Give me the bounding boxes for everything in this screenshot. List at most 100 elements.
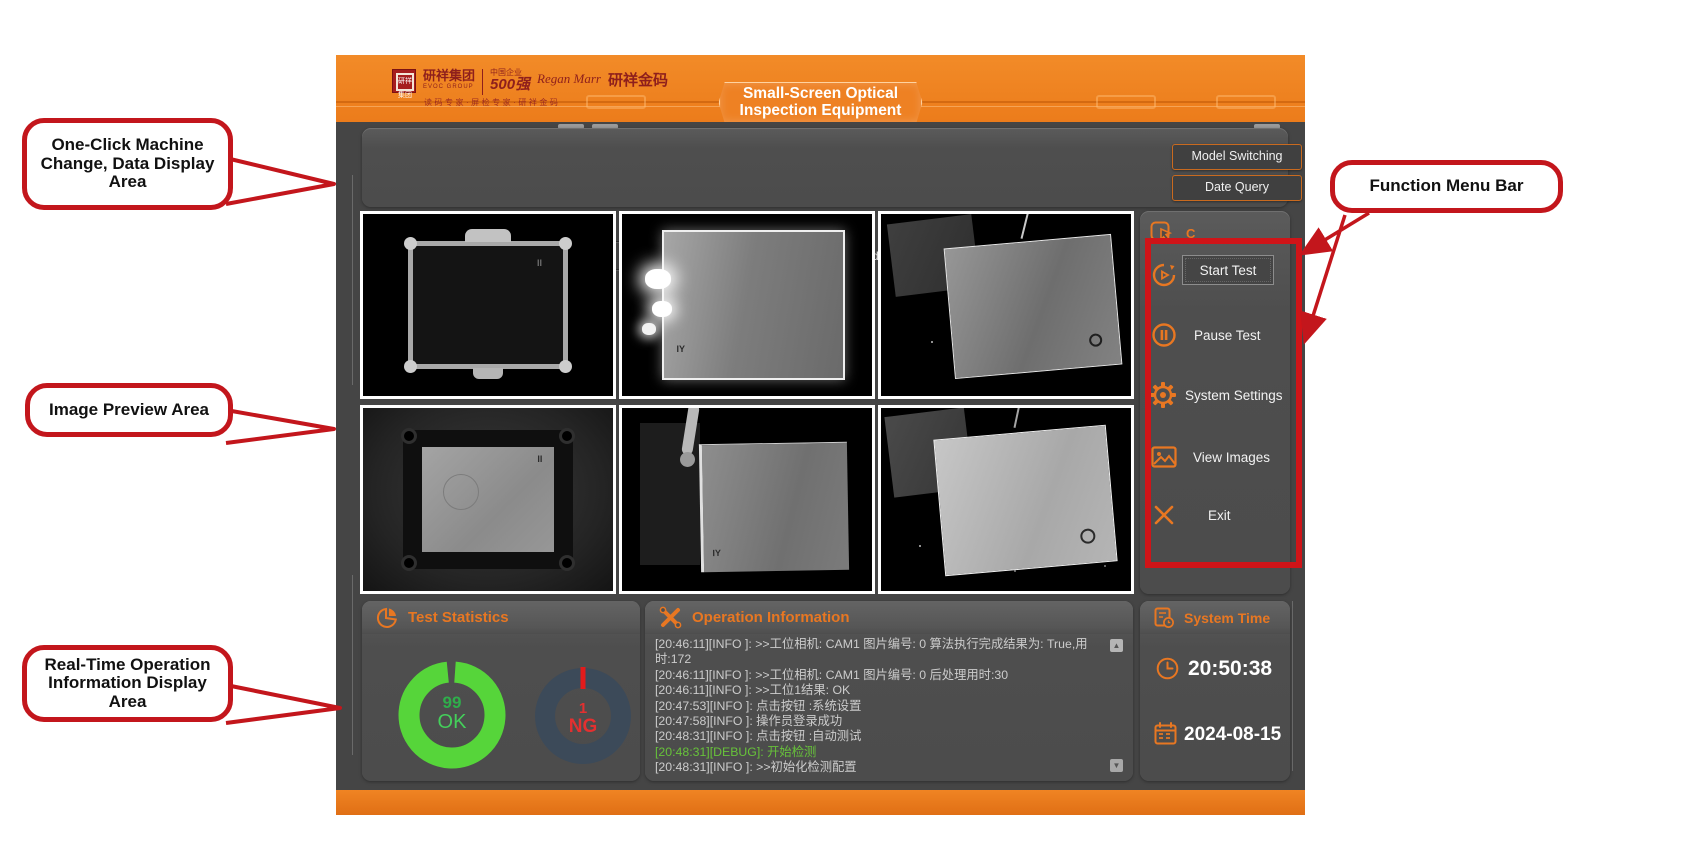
callout-realtime-info-line2: Information Display [48, 674, 207, 693]
fixture-frame: II [408, 241, 568, 368]
callout-image-preview: Image Preview Area [25, 383, 233, 437]
brand-logo: 研祥集团 研祥集团 EVOC GROUP 中国企业 500强 Regan Mar… [392, 69, 668, 95]
log-line: [20:46:11][INFO ]: >>工位相机: CAM1 图片编号: 0 … [655, 668, 1107, 683]
fixture-knob [401, 428, 417, 444]
doc-clock-icon [1154, 607, 1174, 629]
ok-count: 99 [398, 694, 506, 712]
ng-donut-center: 1 NG [534, 701, 632, 737]
tube-connector [680, 452, 695, 467]
callout-image-preview-label: Image Preview Area [49, 401, 209, 420]
ng-label: NG [534, 717, 632, 737]
logo-script: Regan Marr [537, 71, 601, 87]
header-decoration [1216, 95, 1276, 109]
menu-callout-arrow-1 [1305, 213, 1369, 252]
system-date-value: 2024-08-15 [1184, 724, 1281, 746]
system-time-value: 20:50:38 [1188, 657, 1272, 681]
scroll-up-button[interactable]: ▲ [1110, 639, 1123, 652]
part-marking: IY [676, 344, 685, 354]
scroll-down-button[interactable]: ▼ [1110, 759, 1123, 772]
body-edge-decoration [1292, 601, 1293, 771]
body-edge-decoration [352, 175, 353, 385]
log-line: [20:47:53][INFO ]: 点击按钮 :系统设置 [655, 699, 1107, 714]
fixture-knob [404, 237, 417, 250]
camera-image-3[interactable] [878, 211, 1134, 399]
logo-group-cn: 研祥集团 [423, 69, 475, 82]
dust-speckles [931, 341, 933, 343]
glass-panel: IY [662, 230, 845, 379]
app-title-line1: Small-Screen Optical [740, 86, 902, 103]
app-title-line2: Inspection Equipment [740, 103, 902, 120]
glass-panel [943, 234, 1121, 379]
callout-data-area-line2: Change, Data Display [41, 155, 215, 174]
evoc-logo-icon: 研祥集团 [392, 69, 416, 93]
glare-blob [645, 269, 671, 289]
callout-tail-info [226, 685, 340, 723]
callout-data-area: One-Click Machine Change, Data Display A… [22, 118, 233, 210]
logo-divider [482, 69, 483, 95]
log-line: [20:46:11][INFO ]: >>工位相机: CAM1 图片编号: 0 … [655, 637, 1107, 652]
callout-realtime-info-line3: Area [109, 693, 147, 712]
pie-chart-icon [376, 607, 398, 629]
test-statistics-header: Test Statistics [362, 601, 640, 634]
callout-realtime-info: Real-Time Operation Information Display … [22, 645, 233, 722]
menu-callout-arrow-2 [1306, 215, 1345, 338]
header-decoration [586, 95, 646, 109]
log-list[interactable]: [20:46:11][INFO ]: >>工位相机: CAM1 图片编号: 0 … [655, 637, 1107, 777]
log-line: [20:48:31][INFO ]: >>初始化检测配置 [655, 760, 1107, 775]
system-time-header: System Time [1140, 601, 1290, 634]
logo-brand: 研祥金码 [608, 69, 668, 90]
log-line: [20:47:58][INFO ]: 操作员登录成功 [655, 714, 1107, 729]
app-footer-bar [336, 790, 1305, 815]
callout-tail-preview [226, 410, 334, 443]
app-header-bar: 研祥集团 研祥集团 EVOC GROUP 中国企业 500强 Regan Mar… [336, 55, 1305, 122]
menu-highlight-rectangle [1145, 238, 1302, 568]
test-statistics-panel: Test Statistics 99 OK 1 NG [362, 601, 640, 781]
camera-image-6[interactable] [878, 405, 1134, 594]
cable [1020, 211, 1029, 239]
logo-group: 研祥集团 EVOC GROUP [423, 69, 475, 90]
part-marking: IY [712, 548, 721, 558]
operation-information-title: Operation Information [692, 609, 850, 626]
log-line: [20:48:31][INFO ]: 点击按钮 :自动测试 [655, 729, 1107, 744]
logo-mark-text: 研祥集团 [396, 73, 414, 91]
date-query-button[interactable]: Date Query [1172, 175, 1302, 201]
watermark-circle [443, 474, 479, 510]
fixture-knob [559, 555, 575, 571]
fixture-knob [559, 428, 575, 444]
ok-label: OK [398, 712, 506, 733]
callout-realtime-info-line1: Real-Time Operation [45, 656, 211, 675]
camera-image-4[interactable]: II [360, 405, 616, 594]
cable [1014, 405, 1021, 428]
logo-rank-bottom: 500强 [490, 77, 530, 92]
dust-speckles [919, 545, 921, 547]
ok-donut-center: 99 OK [398, 694, 506, 733]
test-statistics-title: Test Statistics [408, 609, 509, 626]
callout-data-area-line1: One-Click Machine [51, 136, 203, 155]
fixture-knob [559, 360, 572, 373]
callout-function-menu-label: Function Menu Bar [1370, 177, 1524, 196]
panel-hole [1079, 528, 1095, 544]
system-time-title: System Time [1184, 610, 1270, 626]
header-decoration [1096, 95, 1156, 109]
part-marking: II [537, 258, 542, 268]
glare-blob [652, 301, 672, 317]
body-edge-decoration [352, 575, 353, 755]
operation-information-header: Operation Information [645, 601, 1133, 634]
model-switching-button[interactable]: Model Switching [1172, 144, 1302, 170]
screen-panel: II [422, 447, 555, 553]
camera-image-5[interactable]: IY [619, 405, 875, 594]
calendar-icon [1154, 722, 1177, 745]
camera-image-1[interactable]: II [360, 211, 616, 399]
callout-function-menu: Function Menu Bar [1330, 160, 1563, 213]
clock-icon [1156, 657, 1179, 680]
system-time-panel: System Time 20:50:38 2024-08-15 [1140, 601, 1290, 781]
glass-panel: IY [698, 441, 848, 572]
log-line: [20:46:11][INFO ]: >>工位1结果: OK [655, 683, 1107, 698]
part-marking: II [537, 454, 542, 464]
camera-image-2[interactable]: IY [619, 211, 875, 399]
fixture-knob [401, 555, 417, 571]
fixture-tab [473, 368, 503, 379]
glare-blob [642, 323, 656, 335]
panel-hole [1088, 333, 1102, 347]
logo-group-en: EVOC GROUP [423, 84, 475, 90]
